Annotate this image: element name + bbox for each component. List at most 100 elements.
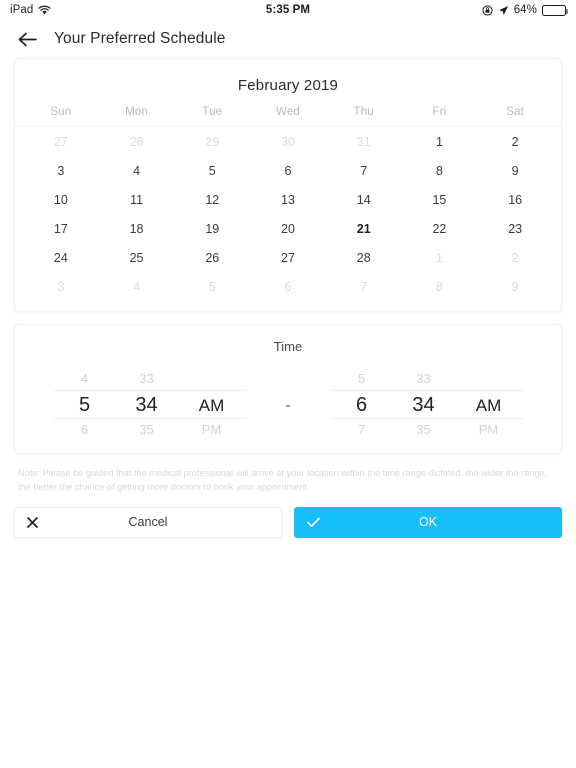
back-arrow-icon[interactable] [16, 28, 38, 50]
rotation-lock-icon [482, 4, 493, 16]
calendar-day-cell[interactable]: 19 [174, 214, 250, 243]
wifi-icon [38, 5, 51, 15]
calendar-day-cell[interactable]: 6 [250, 272, 326, 301]
calendar-day-cell[interactable]: 25 [99, 243, 175, 272]
start-meridiem-next[interactable]: PM [178, 419, 246, 441]
calendar-weekday-wed: Wed [275, 106, 301, 118]
start-hour-next[interactable]: 6 [54, 419, 116, 441]
start-hour-selected[interactable]: 5 [53, 390, 116, 419]
ok-button[interactable]: OK [294, 506, 562, 538]
start-time-wheel: 4 5 6 33 34 35 AM PM [53, 368, 246, 441]
start-time-wheel-group: 4 5 6 33 34 35 AM PM [29, 368, 270, 441]
status-bar-clock: 5:35 PM [265, 4, 311, 16]
calendar-weekday-header: Sun Mon Tue Wed Thu Fri Sat [15, 106, 561, 127]
end-minute-prev[interactable]: 33 [393, 368, 455, 390]
calendar-weekday-thu: Thu [353, 106, 374, 118]
start-minute-selected[interactable]: 34 [115, 390, 178, 419]
calendar-day-cell[interactable]: 13 [250, 185, 326, 214]
start-meridiem-wheel[interactable]: AM PM [177, 368, 246, 441]
calendar-day-cell[interactable]: 10 [23, 185, 99, 214]
end-meridiem-selected[interactable]: AM [454, 390, 523, 419]
time-range-separator: - [285, 397, 291, 414]
schedule-note-text: Note: Please be guided that the medical … [18, 468, 548, 493]
calendar-day-cell[interactable]: 1 [402, 127, 478, 156]
end-time-wheel: 5 6 7 33 34 35 AM PM [330, 368, 523, 441]
end-minute-wheel[interactable]: 33 34 35 [392, 368, 455, 441]
calendar-day-cell[interactable]: 12 [174, 185, 250, 214]
calendar-day-cell[interactable]: 7 [326, 272, 402, 301]
calendar-day-cell[interactable]: 11 [99, 185, 175, 214]
calendar-day-cell[interactable]: 4 [99, 156, 175, 185]
calendar-day-cell[interactable]: 5 [174, 272, 250, 301]
start-hour-wheel[interactable]: 4 5 6 [53, 368, 116, 441]
calendar-day-cell[interactable]: 9 [477, 156, 553, 185]
calendar-month-title: February 2019 [237, 77, 339, 94]
calendar-day-cell[interactable]: 16 [477, 185, 553, 214]
calendar-weekday-sat: Sat [506, 106, 525, 118]
end-time-wheel-group: 5 6 7 33 34 35 AM PM [306, 368, 547, 441]
action-buttons: Cancel OK [14, 495, 562, 538]
calendar-day-cell[interactable]: 1 [402, 243, 478, 272]
calendar-day-cell[interactable]: 29 [174, 127, 250, 156]
calendar-day-cell[interactable]: 17 [23, 214, 99, 243]
page-title: Your Preferred Schedule [54, 30, 226, 47]
calendar-day-cell[interactable]: 28 [99, 127, 175, 156]
start-hour-prev[interactable]: 4 [54, 368, 116, 390]
calendar-day-cell[interactable]: 3 [23, 156, 99, 185]
end-hour-next[interactable]: 7 [331, 419, 393, 441]
calendar-day-cell[interactable]: 3 [23, 272, 99, 301]
start-minute-next[interactable]: 35 [116, 419, 178, 441]
battery-percent-label: 64% [513, 4, 538, 16]
end-hour-prev[interactable]: 5 [331, 368, 393, 390]
end-minute-selected[interactable]: 34 [392, 390, 455, 419]
navigation-bar: Your Preferred Schedule [0, 20, 576, 58]
calendar-day-cell[interactable]: 2 [477, 127, 553, 156]
check-icon [307, 517, 320, 528]
cancel-button-label: Cancel [128, 515, 168, 529]
start-minute-prev[interactable]: 33 [116, 368, 178, 390]
calendar-day-cell[interactable]: 22 [402, 214, 478, 243]
end-meridiem-prev[interactable] [455, 368, 523, 390]
calendar-day-cell[interactable]: 20 [250, 214, 326, 243]
end-meridiem-next[interactable]: PM [455, 419, 523, 441]
start-meridiem-selected[interactable]: AM [177, 390, 246, 419]
device-name-label: iPad [10, 4, 34, 16]
calendar-day-cell[interactable]: 4 [99, 272, 175, 301]
calendar-day-cell[interactable]: 31 [326, 127, 402, 156]
close-x-icon [27, 516, 38, 528]
calendar-day-cell[interactable]: 28 [326, 243, 402, 272]
page-content: February 2019 Sun Mon Tue Wed Thu Fri Sat 27 28… [0, 58, 576, 538]
calendar-weekday-sun: Sun [50, 106, 72, 118]
calendar-day-selected[interactable]: 21 [326, 214, 402, 243]
calendar-day-cell[interactable]: 8 [402, 272, 478, 301]
calendar-day-cell[interactable]: 15 [402, 185, 478, 214]
calendar-card: February 2019 Sun Mon Tue Wed Thu Fri Sat 27 28… [14, 58, 562, 312]
calendar-day-cell[interactable]: 9 [477, 272, 553, 301]
calendar-day-cell[interactable]: 23 [477, 214, 553, 243]
calendar-day-cell[interactable]: 27 [250, 243, 326, 272]
start-meridiem-prev[interactable] [178, 368, 246, 390]
start-minute-wheel[interactable]: 33 34 35 [115, 368, 178, 441]
calendar-day-cell[interactable]: 8 [402, 156, 478, 185]
calendar-day-cell[interactable]: 26 [174, 243, 250, 272]
end-hour-selected[interactable]: 6 [330, 390, 393, 419]
location-arrow-icon [498, 5, 509, 16]
status-bar-left: iPad [10, 4, 266, 16]
end-meridiem-wheel[interactable]: AM PM [454, 368, 523, 441]
time-picker-card: Time 4 5 6 33 34 35 AM PM - 5 6 7 33 34 … [14, 324, 562, 454]
time-picker-row: 4 5 6 33 34 35 AM PM - 5 6 7 33 34 35 AM… [15, 368, 561, 441]
cancel-button[interactable]: Cancel [14, 506, 282, 538]
end-hour-wheel[interactable]: 5 6 7 [330, 368, 393, 441]
calendar-day-cell[interactable]: 14 [326, 185, 402, 214]
end-minute-next[interactable]: 35 [393, 419, 455, 441]
calendar-day-cell[interactable]: 2 [477, 243, 553, 272]
status-bar-right: 64% [310, 4, 569, 16]
ok-button-label: OK [418, 515, 438, 529]
calendar-day-cell[interactable]: 18 [99, 214, 175, 243]
calendar-day-cell[interactable]: 7 [326, 156, 402, 185]
calendar-day-cell[interactable]: 30 [250, 127, 326, 156]
calendar-day-cell[interactable]: 27 [23, 127, 99, 156]
calendar-day-cell[interactable]: 6 [250, 156, 326, 185]
calendar-day-cell[interactable]: 24 [23, 243, 99, 272]
calendar-day-cell[interactable]: 5 [174, 156, 250, 185]
